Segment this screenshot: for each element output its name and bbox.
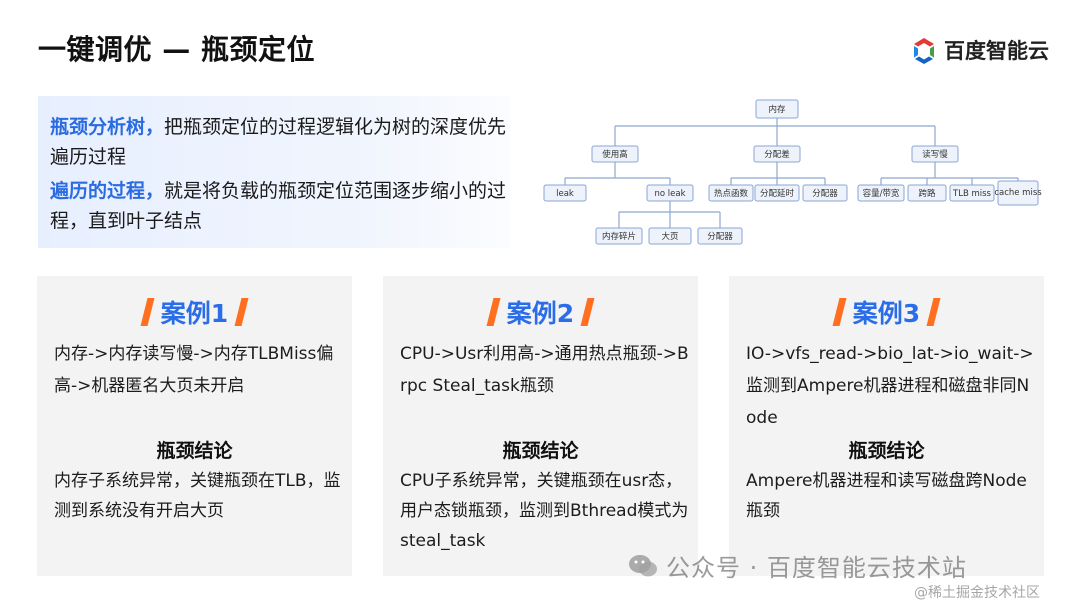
tree-label-hugepage: 大页 bbox=[661, 231, 678, 242]
case-card-2: 案例2 CPU->Usr利用高->通用热点瓶颈->Brpc Steal_task… bbox=[383, 276, 698, 576]
slash-icon bbox=[580, 298, 595, 326]
case-path: 内存->内存读写慢->内存TLBMiss偏高->机器匿名大页未开启 bbox=[54, 344, 334, 396]
case-card-3: 案例3 IO->vfs_read->bio_lat->io_wait->监测到A… bbox=[729, 276, 1044, 576]
tree-label-rw: 读写慢 bbox=[922, 149, 948, 160]
conclusion-title: 瓶颈结论 bbox=[502, 440, 579, 462]
conclusion-title: 瓶颈结论 bbox=[848, 440, 925, 462]
case-title: 案例3 bbox=[852, 299, 921, 328]
site-watermark: @稀土掘金技术社区 bbox=[914, 585, 1040, 601]
slash-icon bbox=[486, 298, 501, 326]
tree-label-allocdelay: 分配延时 bbox=[760, 188, 795, 199]
wechat-icon bbox=[629, 554, 657, 576]
intro-paragraph-1: 瓶颈分析树，把瓶颈定位的过程逻辑化为树的深度优先遍历过程 bbox=[50, 112, 508, 172]
wechat-watermark: 公众号 · 百度智能云技术站 bbox=[628, 548, 967, 583]
bottleneck-analysis-tree: 内存 使用高 分配差 读写慢 leak no leak 热点函数 分配延时 分配… bbox=[543, 99, 1042, 245]
case-header: 案例3 bbox=[729, 294, 1044, 330]
case-path: IO->vfs_read->bio_lat->io_wait->监测到Amper… bbox=[746, 344, 1034, 428]
tree-label-allocator-b: 分配器 bbox=[707, 232, 733, 242]
tree-label-root: 内存 bbox=[768, 104, 786, 115]
conclusion-text: Ampere机器进程和读写磁盘跨Node瓶颈 bbox=[746, 471, 1027, 521]
page-title: 一键调优 — 瓶颈定位 bbox=[38, 33, 315, 66]
conclusion-text: 内存子系统异常，关键瓶颈在TLB，监测到系统没有开启大页 bbox=[54, 471, 341, 521]
tree-label-cachemiss: cache miss bbox=[994, 188, 1042, 198]
case-path: CPU->Usr利用高->通用热点瓶颈->Brpc Steal_task瓶颈 bbox=[400, 344, 689, 396]
tree-label-noleak: no leak bbox=[654, 189, 685, 199]
slash-icon bbox=[832, 298, 847, 326]
brand-logo: 百度智能云 bbox=[910, 34, 1049, 66]
baidu-cloud-icon bbox=[914, 38, 934, 64]
case-card-1: 案例1 内存->内存读写慢->内存TLBMiss偏高->机器匿名大页未开启 瓶颈… bbox=[37, 276, 352, 576]
logo-text: 百度智能云 bbox=[944, 39, 1049, 63]
case-title: 案例2 bbox=[506, 299, 575, 328]
tree-label-capacity: 容量/带宽 bbox=[863, 188, 900, 199]
watermark-text: 公众号 · 百度智能云技术站 bbox=[666, 554, 967, 582]
case-header: 案例1 bbox=[37, 294, 352, 330]
slash-icon bbox=[234, 298, 249, 326]
intro-paragraph-2: 遍历的过程，就是将负载的瓶颈定位范围逐步缩小的过程，直到叶子结点 bbox=[50, 176, 508, 236]
tree-label-fragment: 内存碎片 bbox=[602, 231, 636, 242]
tree-label-alloc: 分配差 bbox=[764, 149, 790, 160]
slash-icon bbox=[926, 298, 941, 326]
intro-highlight-1: 瓶颈分析树， bbox=[50, 116, 165, 138]
tree-label-leak: leak bbox=[556, 189, 574, 199]
case-header: 案例2 bbox=[383, 294, 698, 330]
case-title: 案例1 bbox=[160, 299, 229, 328]
tree-label-tlbmiss: TLB miss bbox=[952, 189, 992, 199]
conclusion-title: 瓶颈结论 bbox=[156, 440, 233, 462]
intro-highlight-2: 遍历的过程， bbox=[50, 180, 165, 202]
intro-panel: 瓶颈分析树，把瓶颈定位的过程逻辑化为树的深度优先遍历过程 遍历的过程，就是将负载… bbox=[38, 96, 510, 248]
conclusion-text: CPU子系统异常，关键瓶颈在usr态，用户态锁瓶颈，监测到Bthread模式为s… bbox=[400, 471, 689, 551]
tree-label-hotfunc: 热点函数 bbox=[714, 188, 749, 199]
slash-icon bbox=[140, 298, 155, 326]
tree-label-usage: 使用高 bbox=[602, 149, 628, 160]
tree-label-allocator-a: 分配器 bbox=[812, 189, 838, 199]
tree-label-crossnode: 跨路 bbox=[918, 188, 936, 199]
